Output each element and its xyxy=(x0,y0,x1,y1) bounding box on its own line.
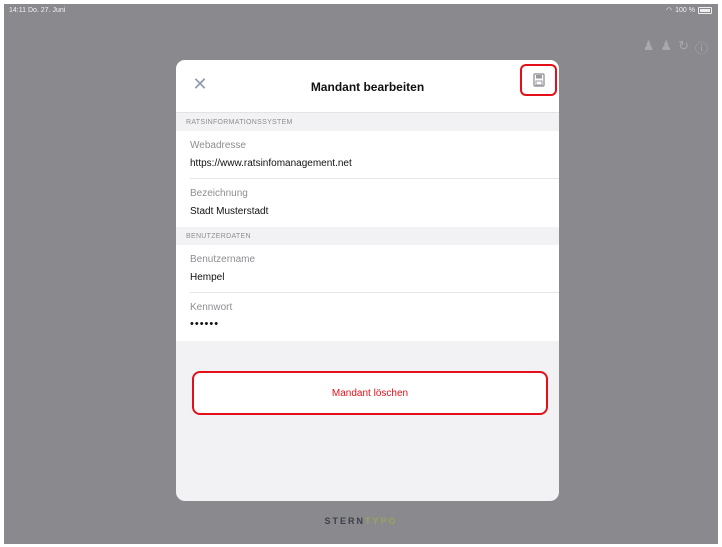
save-icon xyxy=(532,73,545,87)
battery-icon xyxy=(698,6,712,14)
name-field[interactable]: Bezeichnung Stadt Musterstadt xyxy=(176,179,559,227)
password-value[interactable]: •••••• xyxy=(190,318,530,330)
status-bar: 14:11 Do. 27. Juni ◠ 100 % xyxy=(4,4,718,18)
modal-header: ✕ Mandant bearbeiten xyxy=(176,60,559,113)
field-label: Webadresse xyxy=(190,140,246,151)
user-group: Benutzername Hempel Kennwort •••••• xyxy=(176,245,559,341)
delete-section: Mandant löschen xyxy=(192,371,548,415)
background-toolbar: ♟ ♟ ↻ ⓘ xyxy=(643,38,708,57)
edit-client-modal: ✕ Mandant bearbeiten RATSINFORMATIONSSYS… xyxy=(176,60,559,501)
save-button[interactable] xyxy=(520,64,557,96)
app-logo: STERNTYPO xyxy=(324,516,398,526)
section-header-user: BENUTZERDATEN xyxy=(176,227,559,245)
field-label: Benutzername xyxy=(190,254,256,265)
delete-client-button[interactable]: Mandant löschen xyxy=(192,371,548,415)
web-address-value[interactable]: https://www.ratsinfomanagement.net xyxy=(190,158,530,169)
system-group: Webadresse https://www.ratsinfomanagemen… xyxy=(176,131,559,227)
refresh-icon[interactable]: ↻ xyxy=(678,38,689,57)
info-icon[interactable]: ⓘ xyxy=(695,38,708,57)
status-time: 14:11 Do. 27. Juni xyxy=(9,7,66,14)
password-field[interactable]: Kennwort •••••• xyxy=(176,293,559,341)
field-label: Kennwort xyxy=(190,302,233,313)
modal-title: Mandant bearbeiten xyxy=(310,80,425,94)
section-header-system: RATSINFORMATIONSSYSTEM xyxy=(176,113,559,131)
username-value[interactable]: Hempel xyxy=(190,272,530,283)
web-address-field[interactable]: Webadresse https://www.ratsinfomanagemen… xyxy=(176,131,559,179)
ipad-screen: 14:11 Do. 27. Juni ◠ 100 % ♟ ♟ ↻ ⓘ STERN… xyxy=(4,4,718,544)
person-icon[interactable]: ♟ xyxy=(643,38,655,57)
person-icon[interactable]: ♟ xyxy=(660,38,672,57)
status-right: ◠ 100 % xyxy=(666,6,712,14)
battery-percent: 100 % xyxy=(675,6,695,14)
name-value[interactable]: Stadt Musterstadt xyxy=(190,206,530,217)
username-field[interactable]: Benutzername Hempel xyxy=(176,245,559,293)
wifi-icon: ◠ xyxy=(666,7,673,14)
field-label: Bezeichnung xyxy=(190,188,248,199)
